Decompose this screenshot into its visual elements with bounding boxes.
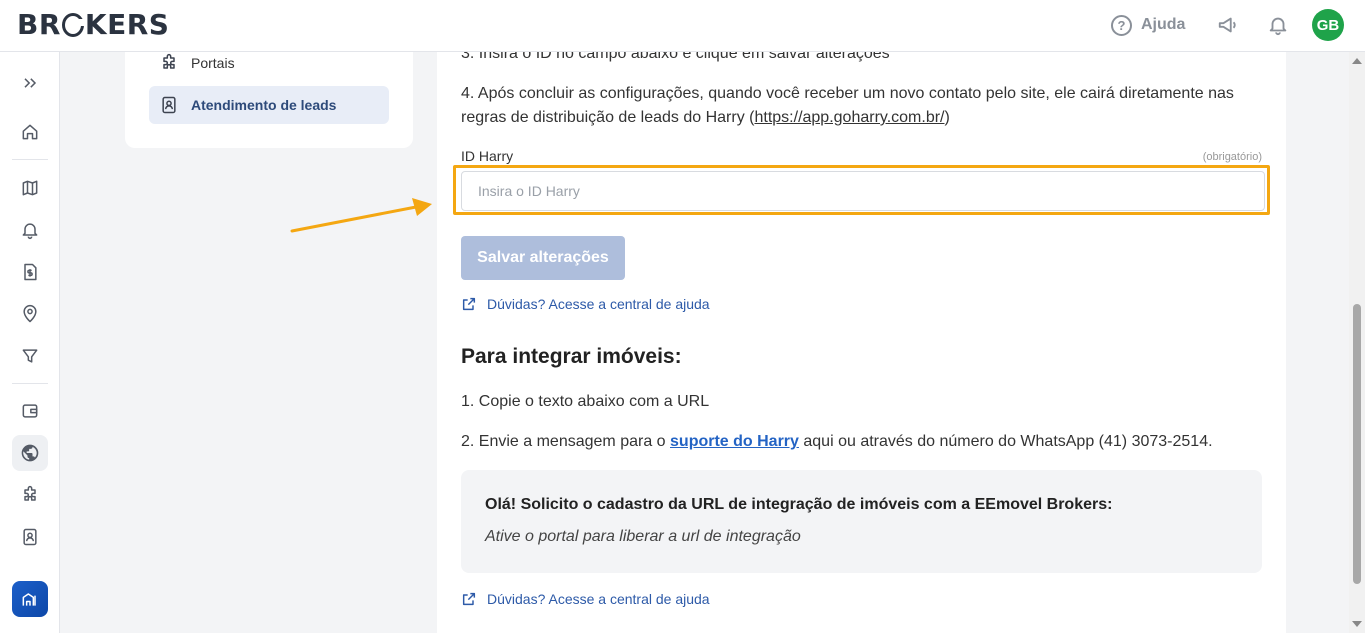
- bell-icon[interactable]: [12, 212, 48, 248]
- integration-message-box[interactable]: Olá! Solicito o cadastro da URL de integ…: [461, 470, 1262, 573]
- instruction-step-4: 4. Após concluir as configurações, quand…: [461, 85, 1234, 126]
- scroll-down-arrow[interactable]: [1352, 621, 1362, 627]
- map-icon[interactable]: [12, 170, 48, 206]
- puzzle-icon[interactable]: [12, 477, 48, 513]
- globe-icon[interactable]: [12, 435, 48, 471]
- scroll-up-arrow[interactable]: [1352, 58, 1362, 64]
- question-circle-icon: ?: [1111, 14, 1132, 36]
- annotation-arrow: [290, 198, 432, 233]
- contact-card-icon: [162, 96, 176, 114]
- contact-card-icon[interactable]: [12, 519, 48, 555]
- save-changes-button[interactable]: Salvar alterações: [461, 236, 625, 280]
- puzzle-icon: [163, 53, 175, 69]
- imoveis-step-1: 1. Copie o texto abaixo com a URL: [461, 393, 710, 410]
- brokers-logo[interactable]: BR KERS: [17, 8, 169, 42]
- harry-support-link[interactable]: suporte do Harry: [670, 433, 799, 450]
- submenu-item-label: Atendimento de leads: [191, 97, 337, 113]
- help-center-link[interactable]: Dúvidas? Acesse a central de ajuda: [461, 296, 710, 312]
- user-avatar[interactable]: GB: [1312, 9, 1344, 41]
- external-link-icon: [462, 592, 476, 606]
- top-bar: BR KERS ? Ajuda GB: [0, 0, 1365, 52]
- help-button[interactable]: ? Ajuda: [1111, 13, 1185, 37]
- dollar-document-icon[interactable]: [12, 254, 48, 290]
- location-user-icon[interactable]: [12, 296, 48, 332]
- megaphone-icon[interactable]: [1217, 14, 1239, 36]
- sidebar: [0, 52, 60, 633]
- integration-content: 3. Insira o ID no campo abaixo e clique …: [437, 30, 1286, 633]
- filter-icon[interactable]: [12, 338, 48, 374]
- required-indicator: (obrigatório): [1202, 151, 1262, 163]
- message-title: Olá! Solicito o cadastro da URL de integ…: [485, 496, 1113, 513]
- submenu-item-label: Portais: [191, 55, 235, 71]
- harry-app-link[interactable]: https://app.goharry.com.br/: [754, 109, 944, 126]
- notifications-bell-icon[interactable]: [1267, 14, 1289, 36]
- submenu-item-atendimento-de-leads[interactable]: Atendimento de leads: [149, 86, 389, 124]
- sidebar-divider: [12, 383, 48, 384]
- message-body: Ative o portal para liberar a url de int…: [485, 528, 801, 545]
- id-harry-label: ID Harry: [461, 148, 514, 164]
- sidebar-divider: [12, 159, 48, 160]
- id-harry-input[interactable]: [461, 171, 1265, 211]
- external-link-icon: [462, 297, 476, 311]
- expand-sidebar-icon[interactable]: [12, 65, 48, 101]
- section-title-imoveis: Para integrar imóveis:: [461, 345, 682, 368]
- wallet-icon[interactable]: [12, 393, 48, 429]
- help-center-link-2[interactable]: Dúvidas? Acesse a central de ajuda: [461, 591, 710, 607]
- imoveis-step-2: 2. Envie a mensagem para o suporte do Ha…: [461, 433, 1213, 450]
- page-scrollbar[interactable]: [1349, 52, 1365, 633]
- scroll-thumb[interactable]: [1353, 304, 1361, 584]
- help-label: Ajuda: [1141, 16, 1186, 33]
- brand-building-icon[interactable]: [12, 581, 48, 617]
- home-icon[interactable]: [12, 114, 48, 150]
